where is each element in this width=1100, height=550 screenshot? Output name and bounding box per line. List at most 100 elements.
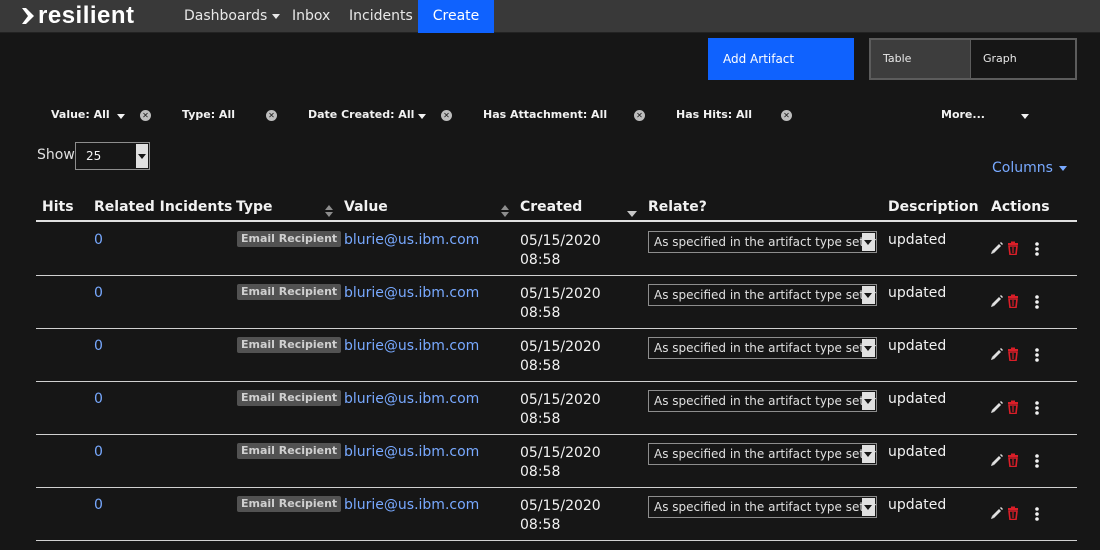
artifact-type-badge: Email Recipient [237,390,342,406]
dropdown-arrow-icon[interactable] [862,392,875,410]
edit-pencil-icon[interactable] [990,453,1004,467]
chevron-down-icon [272,13,281,19]
related-incidents-link[interactable]: 0 [94,444,103,460]
table-row: 0 Email Recipient blurie@us.ibm.com 05/1… [36,329,1077,382]
artifact-value-link[interactable]: blurie@us.ibm.com [344,338,479,354]
more-actions-icon[interactable] [1034,453,1040,469]
artifact-value-link[interactable]: blurie@us.ibm.com [344,444,479,460]
more-actions-icon[interactable] [1034,294,1040,310]
nav-incidents[interactable]: Incidents [349,0,413,33]
dropdown-arrow-icon[interactable] [862,498,875,516]
columns-menu-label: Columns [992,160,1053,176]
filter-has-attachment[interactable]: Has Attachment: All [483,108,607,124]
more-actions-icon[interactable] [1034,347,1040,363]
delete-trash-icon[interactable] [1006,453,1020,467]
delete-trash-icon[interactable] [1006,241,1020,255]
column-header-description[interactable]: Description [888,199,979,215]
chevron-down-icon[interactable] [418,114,426,119]
more-actions-icon[interactable] [1034,400,1040,416]
clear-filter-has-attachment-icon[interactable]: ✕ [634,110,645,121]
artifact-type-badge: Email Recipient [237,231,342,247]
created-date: 05/15/2020 [520,392,601,408]
artifact-value-link[interactable]: blurie@us.ibm.com [344,232,479,248]
delete-trash-icon[interactable] [1006,506,1020,520]
created-time: 08:58 [520,411,561,427]
page-size-select[interactable]: 25 [75,142,150,170]
column-header-value[interactable]: Value [344,199,388,215]
nav-create[interactable]: Create [418,0,494,33]
show-label: Show [37,147,75,163]
chevron-down-icon[interactable] [117,114,125,119]
column-header-relate[interactable]: Relate? [648,199,707,215]
filter-date-created[interactable]: Date Created: All [308,108,414,124]
relate-select[interactable]: As specified in the artifact type settin… [648,496,877,518]
relate-select[interactable]: As specified in the artifact type settin… [648,390,877,412]
relate-select-value: As specified in the artifact type settin… [654,394,877,408]
column-header-hits[interactable]: Hits [42,199,74,215]
related-incidents-link[interactable]: 0 [94,338,103,354]
relate-select-value: As specified in the artifact type settin… [654,235,877,249]
dropdown-arrow-icon[interactable] [862,233,875,251]
more-actions-icon[interactable] [1034,506,1040,522]
add-artifact-button[interactable]: Add Artifact [708,38,854,80]
edit-pencil-icon[interactable] [990,294,1004,308]
more-actions-icon[interactable] [1034,241,1040,257]
edit-pencil-icon[interactable] [990,241,1004,255]
table-row: 0 Email Recipient blurie@us.ibm.com 05/1… [36,435,1077,488]
delete-trash-icon[interactable] [1006,400,1020,414]
relate-select-value: As specified in the artifact type settin… [654,500,877,514]
artifact-type-badge: Email Recipient [237,337,342,353]
column-header-created[interactable]: Created [520,199,582,215]
related-incidents-link[interactable]: 0 [94,285,103,301]
artifact-value-link[interactable]: blurie@us.ibm.com [344,391,479,407]
nav-dashboards[interactable]: Dashboards [184,0,281,33]
table-view-button[interactable]: Table [871,40,971,78]
sort-descending-icon[interactable] [627,211,637,217]
column-header-type[interactable]: Type [236,199,273,215]
created-timestamp: 05/15/2020 08:58 [520,497,630,535]
delete-trash-icon[interactable] [1006,294,1020,308]
related-incidents-link[interactable]: 0 [94,232,103,248]
edit-pencil-icon[interactable] [990,400,1004,414]
relate-select[interactable]: As specified in the artifact type settin… [648,231,877,253]
dropdown-arrow-icon[interactable] [862,339,875,357]
logo-mark-icon [22,8,34,24]
filter-more[interactable]: More... [941,108,985,124]
clear-filter-type-icon[interactable]: ✕ [266,110,277,121]
created-timestamp: 05/15/2020 08:58 [520,338,630,376]
description-text: updated [888,497,947,513]
nav-dashboards-label: Dashboards [184,8,268,24]
delete-trash-icon[interactable] [1006,347,1020,361]
relate-select[interactable]: As specified in the artifact type settin… [648,337,877,359]
dropdown-arrow-icon[interactable] [136,144,148,168]
artifact-value-link[interactable]: blurie@us.ibm.com [344,497,479,513]
dropdown-arrow-icon[interactable] [862,286,875,304]
sort-icon[interactable] [325,205,333,217]
filter-type[interactable]: Type: All [182,108,235,124]
sort-icon[interactable] [501,205,509,217]
clear-filter-has-hits-icon[interactable]: ✕ [781,110,792,121]
relate-select[interactable]: As specified in the artifact type settin… [648,284,877,306]
related-incidents-link[interactable]: 0 [94,391,103,407]
chevron-down-icon[interactable] [1021,114,1029,119]
relate-select[interactable]: As specified in the artifact type settin… [648,443,877,465]
related-incidents-link[interactable]: 0 [94,497,103,513]
edit-pencil-icon[interactable] [990,506,1004,520]
artifact-type-badge: Email Recipient [237,496,342,512]
columns-menu[interactable]: Columns [992,160,1067,176]
dropdown-arrow-icon[interactable] [862,445,875,463]
clear-filter-value-icon[interactable]: ✕ [140,110,151,121]
nav-inbox[interactable]: Inbox [292,0,330,33]
resilient-logo[interactable]: resilient [22,2,135,30]
table-row: 0 Email Recipient blurie@us.ibm.com 05/1… [36,382,1077,435]
description-text: updated [888,444,947,460]
column-header-actions: Actions [991,199,1050,215]
graph-view-button[interactable]: Graph [971,40,1075,78]
artifact-value-link[interactable]: blurie@us.ibm.com [344,285,479,301]
clear-filter-date-created-icon[interactable]: ✕ [441,110,452,121]
filter-value[interactable]: Value: All [51,108,110,124]
column-header-related-incidents[interactable]: Related Incidents [94,199,232,215]
edit-pencil-icon[interactable] [990,347,1004,361]
filter-has-hits[interactable]: Has Hits: All [676,108,752,124]
relate-select-value: As specified in the artifact type settin… [654,341,877,355]
